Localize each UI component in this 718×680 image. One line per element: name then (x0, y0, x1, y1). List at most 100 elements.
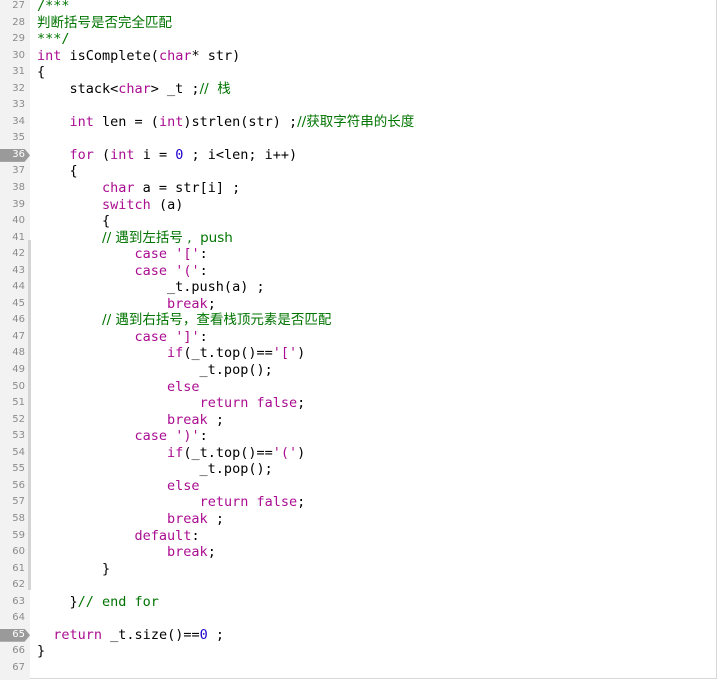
breakpoint-line-number[interactable]: 36 (0, 147, 25, 164)
line-number[interactable]: 27 (0, 0, 25, 15)
code-line[interactable]: 44 _t.push(a) ; (0, 279, 718, 296)
code-line[interactable]: 56 else (0, 478, 718, 495)
line-number[interactable]: 42 (0, 246, 25, 263)
line-number[interactable]: 58 (0, 511, 25, 528)
code-line[interactable]: 52 break ; (0, 412, 718, 429)
line-number[interactable]: 40 (0, 213, 25, 230)
code-line[interactable]: 57 return false; (0, 494, 718, 511)
code-line[interactable]: 34 int len = (int)strlen(str) ;//获取字符串的长… (0, 114, 718, 131)
code-line[interactable]: 28 判断括号是否完全匹配 (0, 15, 718, 32)
line-number[interactable]: 55 (0, 461, 25, 478)
line-number[interactable]: 41 (0, 230, 25, 247)
line-number[interactable]: 39 (0, 197, 25, 214)
line-number[interactable]: 51 (0, 395, 25, 412)
code-line[interactable]: 46 // 遇到右括号，查看栈顶元素是否匹配 (0, 312, 718, 329)
line-number[interactable]: 56 (0, 478, 25, 495)
code-line[interactable]: 47 case ']': (0, 329, 718, 346)
code-line[interactable]: 32 stack<char> _t ;// 栈 (0, 81, 718, 98)
line-number[interactable]: 66 (0, 643, 25, 660)
code-line[interactable]: 39 switch (a) (0, 197, 718, 214)
code-line[interactable]: 33 (0, 97, 718, 114)
line-number[interactable]: 61 (0, 561, 25, 578)
code-line[interactable]: 29 ***/ (0, 31, 718, 48)
line-number[interactable]: 45 (0, 296, 25, 313)
code-line[interactable]: 51 return false; (0, 395, 718, 412)
line-number[interactable]: 67 (0, 660, 25, 677)
line-number[interactable]: 54 (0, 445, 25, 462)
line-number[interactable]: 33 (0, 97, 25, 114)
line-number[interactable]: 35 (0, 130, 25, 147)
line-number[interactable]: 31 (0, 64, 25, 81)
line-number[interactable]: 50 (0, 379, 25, 396)
code-token: a = str[i] ; (134, 180, 241, 197)
code-line[interactable]: 66} (0, 643, 718, 660)
line-number[interactable]: 52 (0, 412, 25, 429)
line-number[interactable]: 48 (0, 345, 25, 362)
code-line[interactable]: 30 int isComplete(char* str) (0, 48, 718, 65)
line-number[interactable]: 46 (0, 312, 25, 329)
code-token: { (37, 64, 46, 81)
line-number[interactable]: 60 (0, 544, 25, 561)
code-line[interactable]: 64 (0, 610, 718, 627)
code-line[interactable]: 41 // 遇到左括号 , push (0, 230, 718, 247)
code-line[interactable]: 54 if(_t.top()=='(') (0, 445, 718, 462)
code-line[interactable]: 59 default: (0, 528, 718, 545)
code-text: if(_t.top()=='[') (37, 345, 305, 362)
line-number[interactable]: 59 (0, 528, 25, 545)
code-line[interactable]: 49 _t.pop(); (0, 362, 718, 379)
line-number[interactable]: 43 (0, 263, 25, 280)
code-line[interactable]: 67 (0, 660, 718, 677)
code-line[interactable]: 61 } (0, 561, 718, 578)
code-area[interactable]: 27 /*** 28 判断括号是否完全匹配 29 ***/ 30 int isComplete… (0, 0, 718, 676)
line-number[interactable]: 53 (0, 428, 25, 445)
line-number[interactable]: 32 (0, 81, 25, 98)
code-line[interactable]: 42 case '[': (0, 246, 718, 263)
line-number[interactable]: 57 (0, 494, 25, 511)
code-line[interactable]: 65 return _t.size()==0 ; (0, 627, 718, 644)
code-line[interactable]: 31 { (0, 64, 718, 81)
code-line[interactable]: 48 if(_t.top()=='[') (0, 345, 718, 362)
line-number[interactable]: 49 (0, 362, 25, 379)
code-token: { (37, 163, 78, 180)
line-number[interactable]: 38 (0, 180, 25, 197)
line-number[interactable]: 44 (0, 279, 25, 296)
code-line[interactable]: 40 { (0, 213, 718, 230)
line-number[interactable]: 37 (0, 163, 25, 180)
code-line[interactable]: 55 _t.pop(); (0, 461, 718, 478)
code-line[interactable]: 45 break; (0, 296, 718, 313)
code-editor[interactable]: 27 /*** 28 判断括号是否完全匹配 29 ***/ 30 int isComplete… (0, 0, 718, 680)
code-text: case '(': (37, 263, 208, 280)
code-token: ; (207, 411, 224, 428)
line-number[interactable]: 47 (0, 329, 25, 346)
code-line[interactable]: 37 { (0, 163, 718, 180)
code-line[interactable]: 62 (0, 577, 718, 594)
code-line[interactable]: 36 for (int i = 0 ; i<len; i++) (0, 147, 718, 164)
code-text: int len = (int)strlen(str) ;//获取字符串的长度 (37, 114, 415, 131)
line-number[interactable]: 62 (0, 577, 25, 594)
code-token: ; i<len; i++) (183, 146, 298, 163)
code-line[interactable]: 27 /*** (0, 0, 718, 15)
code-line[interactable]: 43 case '(': (0, 263, 718, 280)
code-line[interactable]: 58 break ; (0, 511, 718, 528)
code-line[interactable]: 53 case ')': (0, 428, 718, 445)
line-number[interactable]: 64 (0, 610, 25, 627)
line-number[interactable]: 30 (0, 48, 25, 65)
code-token: { (37, 213, 111, 230)
code-line[interactable]: 35 (0, 130, 718, 147)
code-line[interactable]: 50 else (0, 379, 718, 396)
code-line[interactable]: 63 }// end for (0, 594, 718, 611)
line-number[interactable]: 28 (0, 15, 25, 32)
line-number[interactable]: 29 (0, 31, 25, 48)
keyword-token: ')' (175, 428, 200, 445)
line-number[interactable]: 34 (0, 114, 25, 131)
code-line[interactable]: 38 char a = str[i] ; (0, 180, 718, 197)
line-number[interactable]: 63 (0, 594, 25, 611)
breakpoint-line-number[interactable]: 65 (0, 627, 25, 644)
code-line[interactable]: 60 break; (0, 544, 718, 561)
